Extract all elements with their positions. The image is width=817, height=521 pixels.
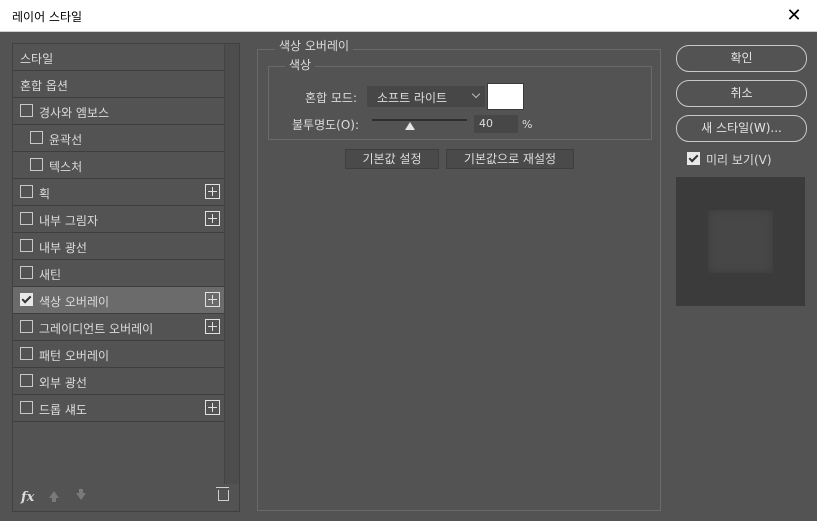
style-checkbox[interactable] (20, 185, 33, 198)
styles-bottom-bar: fx (13, 484, 239, 511)
style-item[interactable]: 드롭 섀도 (13, 395, 224, 422)
chevron-down-icon (471, 89, 481, 99)
style-item[interactable]: 외부 광선 (13, 368, 224, 395)
blend-mode-select[interactable]: 소프트 라이트 (367, 86, 485, 107)
make-default-button[interactable]: 기본값 설정 (345, 149, 439, 169)
style-item[interactable]: 경사와 엠보스 (13, 98, 224, 125)
style-item-label: 외부 광선 (39, 376, 87, 390)
layer-style-dialog: 레이어 스타일 ✕ 스타일혼합 옵션경사와 엠보스윤곽선텍스처획내부 그림자내부… (0, 0, 817, 521)
style-item[interactable]: 획 (13, 179, 224, 206)
style-item-label: 경사와 엠보스 (39, 106, 110, 120)
style-item[interactable]: 혼합 옵션 (13, 71, 224, 98)
style-checkbox[interactable] (20, 320, 33, 333)
style-item-label: 윤곽선 (49, 133, 83, 147)
style-item[interactable]: 색상 오버레이 (13, 287, 224, 314)
style-checkbox[interactable] (20, 347, 33, 360)
style-item-label: 패턴 오버레이 (39, 349, 110, 363)
ok-button[interactable]: 확인 (676, 45, 807, 72)
style-item-label: 드롭 섀도 (39, 403, 87, 417)
preview-thumbnail (708, 210, 773, 273)
opacity-label: 불투명도(O): (292, 118, 360, 132)
style-item[interactable]: 윤곽선 (13, 125, 224, 152)
style-preview (676, 177, 805, 306)
opacity-unit: % (522, 118, 533, 131)
close-icon[interactable]: ✕ (771, 0, 817, 31)
add-icon[interactable] (205, 292, 220, 307)
style-item[interactable]: 그레이디언트 오버레이 (13, 314, 224, 341)
add-icon[interactable] (205, 319, 220, 334)
title-bar: 레이어 스타일 ✕ (0, 0, 817, 32)
style-item-label: 내부 그림자 (39, 214, 99, 228)
new-style-button[interactable]: 새 스타일(W)... (676, 115, 807, 142)
move-up-icon[interactable] (49, 491, 59, 502)
style-checkbox[interactable] (20, 293, 33, 306)
blend-mode-label: 혼합 모드: (305, 91, 358, 105)
fx-icon[interactable]: fx (21, 490, 34, 505)
color-subgroup-title: 색상 (285, 56, 316, 73)
blend-mode-value: 소프트 라이트 (377, 91, 448, 105)
style-checkbox[interactable] (30, 131, 43, 144)
styles-panel: 스타일혼합 옵션경사와 엠보스윤곽선텍스처획내부 그림자내부 광선새틴색상 오버… (12, 43, 240, 512)
add-icon[interactable] (205, 400, 220, 415)
color-overlay-title: 색상 오버레이 (275, 37, 354, 54)
preview-label: 미리 보기(V) (706, 153, 772, 167)
style-item-label: 새틴 (39, 268, 62, 282)
style-item-label: 그레이디언트 오버레이 (39, 322, 154, 336)
cancel-button[interactable]: 취소 (676, 80, 807, 107)
opacity-slider-thumb[interactable] (405, 122, 415, 130)
style-item[interactable]: 내부 광선 (13, 233, 224, 260)
style-item-label: 내부 광선 (39, 241, 87, 255)
add-icon[interactable] (205, 211, 220, 226)
style-item[interactable]: 새틴 (13, 260, 224, 287)
color-swatch[interactable] (487, 83, 524, 110)
style-checkbox[interactable] (20, 401, 33, 414)
style-item-label: 혼합 옵션 (20, 79, 68, 93)
styles-scrollbar[interactable] (224, 44, 239, 484)
trash-icon[interactable] (216, 487, 229, 501)
style-item[interactable]: 패턴 오버레이 (13, 341, 224, 368)
opacity-value: 40 (479, 117, 493, 130)
add-icon[interactable] (205, 184, 220, 199)
style-item-label: 색상 오버레이 (39, 295, 110, 309)
style-checkbox[interactable] (20, 239, 33, 252)
style-item-label: 텍스처 (49, 160, 83, 174)
move-down-icon[interactable] (76, 489, 86, 500)
preview-checkbox[interactable] (687, 152, 700, 165)
style-checkbox[interactable] (20, 212, 33, 225)
style-checkbox[interactable] (20, 374, 33, 387)
styles-list: 스타일혼합 옵션경사와 엠보스윤곽선텍스처획내부 그림자내부 광선새틴색상 오버… (13, 44, 224, 422)
style-item-label: 획 (39, 187, 51, 201)
style-item[interactable]: 텍스처 (13, 152, 224, 179)
style-checkbox[interactable] (20, 266, 33, 279)
style-item-label: 스타일 (20, 52, 54, 66)
reset-default-button[interactable]: 기본값으로 재설정 (446, 149, 574, 169)
style-checkbox[interactable] (20, 104, 33, 117)
opacity-input[interactable]: 40 (474, 115, 518, 133)
dialog-title: 레이어 스타일 (12, 10, 83, 24)
style-item[interactable]: 내부 그림자 (13, 206, 224, 233)
style-checkbox[interactable] (30, 158, 43, 171)
style-item[interactable]: 스타일 (13, 44, 224, 71)
opacity-slider-track[interactable] (372, 119, 467, 121)
